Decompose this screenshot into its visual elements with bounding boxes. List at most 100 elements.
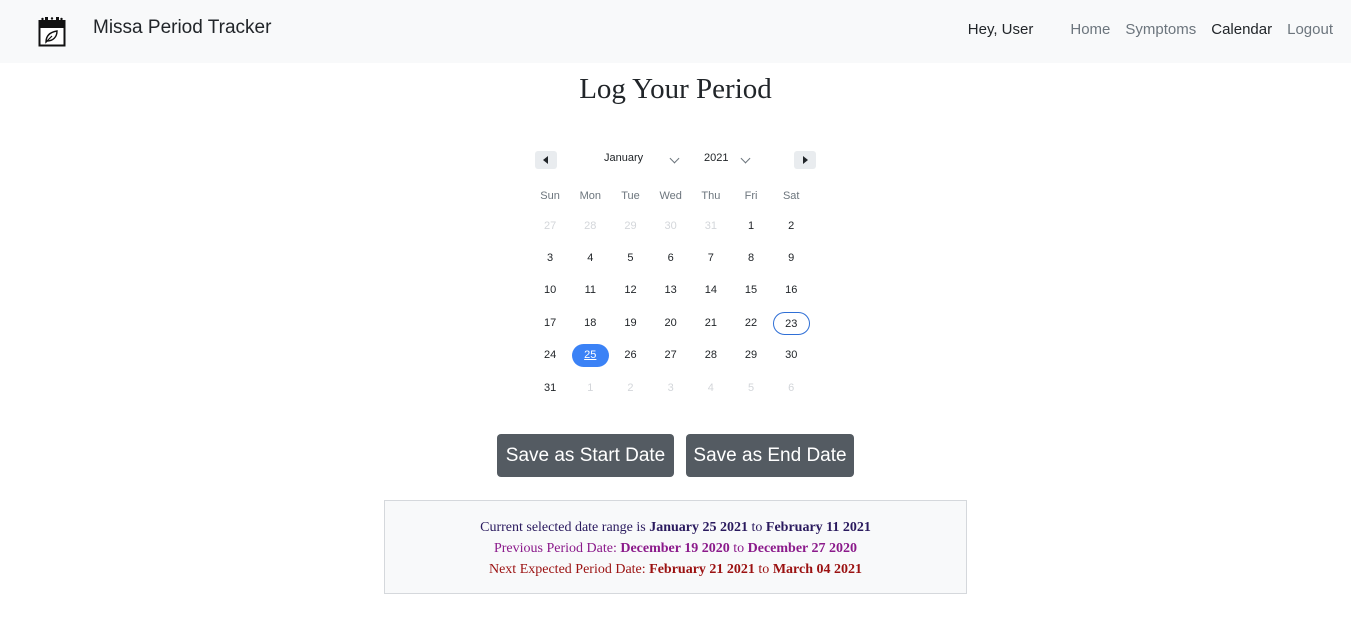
caret-right-icon [803, 156, 808, 164]
calendar-day-number: 18 [584, 316, 597, 329]
calendar-day-number: 28 [584, 219, 597, 232]
calendar-day[interactable]: 15 [731, 275, 771, 307]
calendar-week-row: 17 18 19 20 21 22 23 [530, 307, 825, 339]
calendar-day-number: 22 [744, 316, 758, 329]
nav-logout-link[interactable]: Logout [1287, 21, 1333, 38]
calendar-day-number: 25 [571, 344, 609, 368]
previous-period-line: Previous Period Date: December 19 2020 t… [385, 539, 966, 560]
range-separator: to [751, 520, 763, 535]
calendar-week-row: 3 4 5 6 7 8 9 [530, 242, 825, 274]
calendar-day[interactable]: 13 [651, 275, 691, 307]
period-info-panel: Current selected date range is January 2… [384, 500, 967, 594]
current-range-start: January 25 2021 [649, 520, 748, 535]
calendar-day[interactable]: 6 [771, 372, 811, 404]
save-start-date-button[interactable]: Save as Start Date [497, 434, 674, 477]
next-period-start: February 21 2021 [649, 562, 755, 577]
month-select[interactable]: January [604, 152, 684, 164]
calendar-day[interactable]: 1 [731, 210, 771, 242]
year-select-value: 2021 [704, 152, 729, 164]
nav-home-link[interactable]: Home [1070, 21, 1110, 38]
calendar-day[interactable]: 11 [570, 275, 610, 307]
weekday-label: Sun [540, 190, 560, 202]
calendar-day-number: 6 [667, 252, 674, 265]
calendar-day[interactable]: 3 [651, 372, 691, 404]
next-period-line: Next Expected Period Date: February 21 2… [385, 560, 966, 581]
weekday-label: Tue [621, 190, 640, 202]
calendar-day[interactable]: 7 [691, 242, 731, 274]
calendar-day[interactable]: 26 [610, 340, 650, 372]
calendar-day[interactable]: 24 [530, 340, 570, 372]
calendar-day[interactable]: 27 [530, 210, 570, 242]
calendar-day[interactable]: 19 [610, 307, 650, 339]
current-range-end: February 11 2021 [765, 520, 871, 535]
calendar-day[interactable]: 22 [731, 307, 771, 339]
year-select[interactable]: 2021 [704, 152, 752, 164]
chevron-down-icon [740, 153, 751, 164]
calendar-day[interactable]: 30 [771, 340, 811, 372]
app-brand[interactable]: Missa Period Tracker [93, 17, 271, 39]
nav-calendar-link[interactable]: Calendar [1211, 21, 1272, 38]
calendar-day-number: 2 [627, 381, 634, 394]
calendar-day-number: 31 [543, 381, 557, 394]
calendar-day[interactable]: 4 [691, 372, 731, 404]
previous-period-label: Previous Period Date: [493, 541, 617, 556]
month-select-value: January [604, 152, 644, 164]
calendar-day[interactable]: 6 [651, 242, 691, 274]
navbar: Missa Period Tracker Hey, User Home Symp… [0, 0, 1351, 63]
calendar-day-number: 23 [772, 311, 810, 335]
calendar-day[interactable]: 12 [610, 275, 650, 307]
calendar-day[interactable]: 27 [651, 340, 691, 372]
calendar-day[interactable]: 4 [570, 242, 610, 274]
calendar-day-number: 2 [788, 219, 795, 232]
calendar-day[interactable]: 2 [610, 372, 650, 404]
calendar-day[interactable]: 20 [651, 307, 691, 339]
calendar-day[interactable]: 29 [731, 340, 771, 372]
calendar-day[interactable]: 2 [771, 210, 811, 242]
weekday-label: Wed [659, 190, 682, 202]
calendar-day-number: 28 [704, 349, 717, 362]
caret-left-icon [543, 156, 548, 164]
calendar-day[interactable]: 5 [610, 242, 650, 274]
calendar-day[interactable]: 28 [570, 210, 610, 242]
weekday-label: Thu [701, 190, 721, 202]
calendar-day[interactable]: 21 [691, 307, 731, 339]
chevron-down-icon [669, 153, 680, 164]
calendar-day[interactable]: 31 [530, 372, 570, 404]
range-separator: to [758, 562, 770, 577]
calendar-day[interactable]: 9 [771, 242, 811, 274]
calendar-day[interactable]: 17 [530, 307, 570, 339]
calendar-day[interactable]: 30 [651, 210, 691, 242]
calendar-day-number: 19 [624, 316, 637, 329]
calendar-day[interactable]: 1 [570, 372, 610, 404]
next-period-end: March 04 2021 [772, 562, 862, 577]
calendar-day[interactable]: 3 [530, 242, 570, 274]
nav-menu: Hey, User Home Symptoms Calendar Logout [968, 21, 1333, 38]
calendar-day-today[interactable]: 23 [771, 307, 811, 339]
nav-symptoms-link[interactable]: Symptoms [1125, 21, 1196, 38]
calendar-day[interactable]: 29 [610, 210, 650, 242]
save-end-date-button[interactable]: Save as End Date [686, 434, 854, 477]
calendar-day[interactable]: 16 [771, 275, 811, 307]
next-month-button[interactable] [794, 151, 816, 169]
calendar-day-number: 29 [744, 349, 758, 362]
calendar-day-number: 9 [788, 252, 795, 265]
calendar-day[interactable]: 5 [731, 372, 771, 404]
calendar-leaf-icon[interactable] [38, 16, 66, 47]
calendar-day[interactable]: 8 [731, 242, 771, 274]
calendar-day[interactable]: 14 [691, 275, 731, 307]
calendar-day[interactable]: 31 [691, 210, 731, 242]
page-title: Log Your Period [579, 73, 772, 105]
calendar-day[interactable]: 18 [570, 307, 610, 339]
calendar-day-number: 3 [547, 252, 554, 265]
calendar-day-number: 10 [543, 284, 557, 297]
calendar-day-number: 1 [587, 381, 594, 394]
calendar-day[interactable]: 28 [691, 340, 731, 372]
calendar-day-number: 11 [584, 284, 596, 297]
prev-month-button[interactable] [535, 151, 557, 169]
calendar-day-number: 24 [543, 349, 557, 362]
weekday-label: Mon [579, 190, 601, 202]
calendar-day-selected[interactable]: 25 [570, 340, 610, 372]
calendar-day-number: 14 [704, 284, 717, 297]
calendar-day[interactable]: 10 [530, 275, 570, 307]
calendar-day-number: 15 [744, 284, 758, 297]
